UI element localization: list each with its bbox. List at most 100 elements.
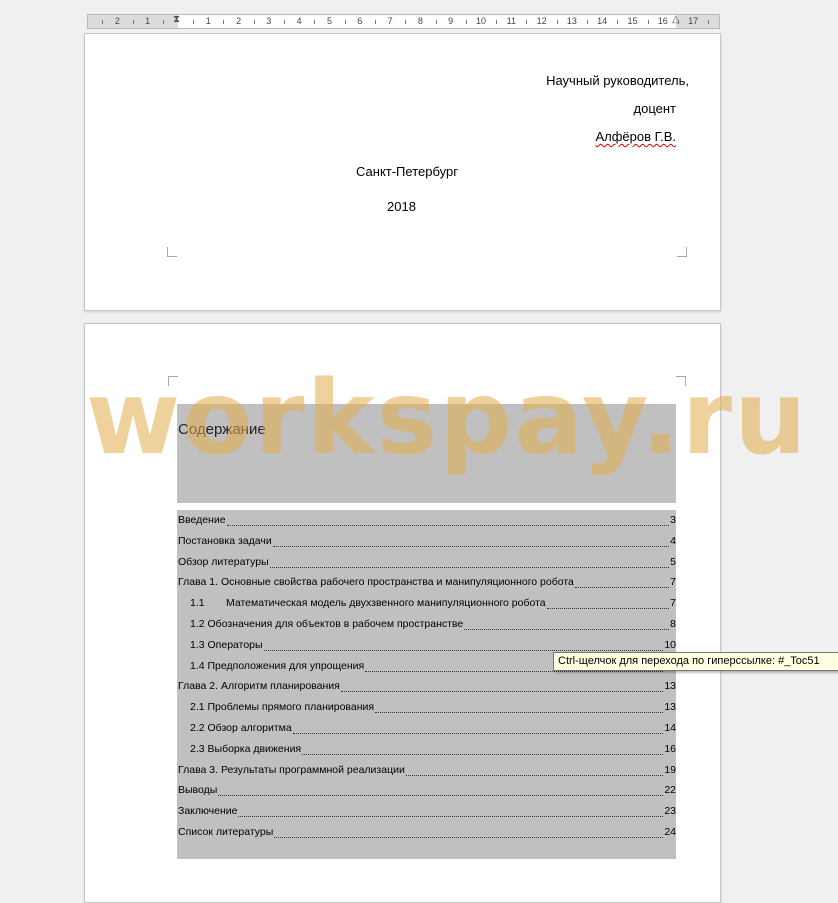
toc-entry[interactable]: Постановка задачи 4 [177,531,676,552]
toc-dot-leader [264,640,663,651]
toc-entry[interactable]: Выводы 22 [177,780,676,801]
toc-entry-page: 16 [664,742,676,755]
ruler-number: 11 [506,16,516,26]
toc-entry-label: 1.4 Предположения для упрощения [190,659,365,672]
toc-entry-label: Глава 2. Алгоритм планирования [178,680,340,693]
ruler-number: 2 [236,16,242,26]
text-boundary-corner [676,376,686,386]
toc-entry-label: Заключение [178,805,238,818]
document-page-2[interactable]: Содержание Введение 3 Постановка задачи 4 Об… [84,323,721,903]
toc-entry[interactable]: Введение 3 [177,510,676,531]
year: 2018 [387,199,416,214]
table-of-contents[interactable]: Введение 3 Постановка задачи 4 Обзор литерат… [177,510,676,859]
toc-entry[interactable]: Обзор литературы 5 [177,552,676,573]
ruler-number: 2 [114,16,120,26]
supervisor-label: Научный руководитель, [546,73,689,88]
toc-entry-page: 7 [670,576,676,589]
toc-entry[interactable]: Глава 1. Основные свойства рабочего прос… [177,572,676,593]
hyperlink-tooltip: Ctrl-щелчок для перехода по гиперссылке:… [553,652,838,671]
ruler-number: 1 [145,16,151,26]
ruler-tick [223,20,225,24]
document-page-1[interactable]: Научный руководитель, доцент Алфёров Г.В… [84,33,721,311]
toc-dot-leader [406,765,663,776]
toc-entry[interactable]: 1.2 Обозначения для объектов в рабочем п… [177,614,676,635]
toc-dot-leader [547,598,669,610]
toc-entry[interactable]: 2.3 Выборка движения 16 [177,739,676,760]
ruler-number: 6 [357,16,363,26]
ruler-tick [677,20,679,24]
toc-entry-label: 2.3 Выборка движения [190,742,302,755]
toc-entry-page: 8 [670,618,676,630]
toc-entry-page: 24 [664,826,676,838]
toc-entry-label: Постановка задачи [178,534,272,547]
horizontal-ruler[interactable]: ⧗ △ 2 1 1 2 3 4 5 6 7 8 9 10 11 12 13 14 15 16 17 [87,14,720,29]
ruler-number: 7 [387,16,393,26]
ruler-number: 5 [326,16,333,26]
toc-dot-leader [375,702,663,714]
toc-entry-page: 3 [670,514,676,526]
toc-dot-leader [227,515,669,526]
toc-heading: Содержание [178,421,266,438]
toc-entry[interactable]: 2.2 Обзор алгоритма 14 [177,718,676,739]
toc-entry-page: 10 [664,638,676,651]
ruler-number: 14 [597,16,608,26]
ruler-tick [344,20,346,24]
toc-entry[interactable]: Глава 3. Результаты программной реализац… [177,760,676,781]
toc-dot-leader [238,806,663,818]
ruler-tick [496,20,498,24]
toc-entry-page: 13 [664,701,676,714]
toc-entry-label: Выводы [178,784,218,797]
toc-entry[interactable]: 1.1 Математическая модель двухзвенного ма… [177,593,676,614]
toc-entry-page: 14 [664,722,676,734]
ruler-number: 16 [657,16,668,26]
ruler-number: 10 [475,16,487,26]
supervisor-name: Алфёров Г.В. [595,129,676,144]
toc-entry-label: Математическая модель двухзвенного манип… [226,597,546,610]
left-indent-marker-icon[interactable]: ⧗ [173,14,180,25]
toc-entry-label: Глава 3. Результаты программной реализац… [178,763,405,776]
toc-dot-leader [341,681,663,693]
toc-entry[interactable]: Список литературы 24 [177,822,676,843]
ruler-tick [587,20,589,24]
ruler-tick [102,20,104,24]
toc-entry[interactable]: Глава 2. Алгоритм планирования 13 [177,676,676,697]
ruler-tick [253,20,255,24]
text-boundary-corner [677,247,687,257]
ruler-tick [526,20,528,24]
toc-dot-leader [273,536,669,547]
ruler-number: 12 [536,16,547,26]
city: Санкт-Петербург [356,164,458,179]
ruler-number: 1 [205,16,211,26]
toc-entry-page: 23 [664,805,676,818]
toc-entry-page: 19 [664,763,676,776]
ruler-tick [132,20,134,24]
toc-heading-field[interactable]: Содержание [177,404,676,503]
toc-entry-page: 7 [670,597,676,610]
toc-entry-label: Введение [178,514,226,526]
ruler-tick [162,20,164,24]
ruler-tick [465,20,467,24]
toc-dot-leader [302,744,663,755]
text-boundary-corner [168,376,178,386]
toc-dot-leader [270,557,669,568]
toc-entry-page: 5 [670,555,676,568]
ruler-tick [374,20,376,24]
ruler-number: 17 [688,16,699,26]
toc-entry-label: 1.3 Операторы [190,638,263,651]
ruler-tick [314,20,316,24]
ruler-tick [556,20,558,24]
ruler-tick [647,20,649,24]
ruler-tick [193,20,195,24]
toc-entry-number: 1.1 [190,597,205,610]
toc-entry[interactable]: 2.1 Проблемы прямого планирования 13 [177,697,676,718]
ruler-tick [435,20,437,24]
toc-dot-leader [575,577,669,589]
toc-entry-label: 1.2 Обозначения для объектов в рабочем п… [190,618,464,630]
toc-entry-page: 13 [664,680,676,693]
supervisor-title: доцент [633,101,676,116]
ruler-area: ⧗ △ 2 1 1 2 3 4 5 6 7 8 9 10 11 12 13 14 15 16 17 [0,0,838,32]
toc-entry[interactable]: Заключение 23 [177,801,676,822]
toc-dot-leader [464,619,669,630]
toc-dot-leader [293,723,663,734]
ruler-tick [284,20,286,24]
